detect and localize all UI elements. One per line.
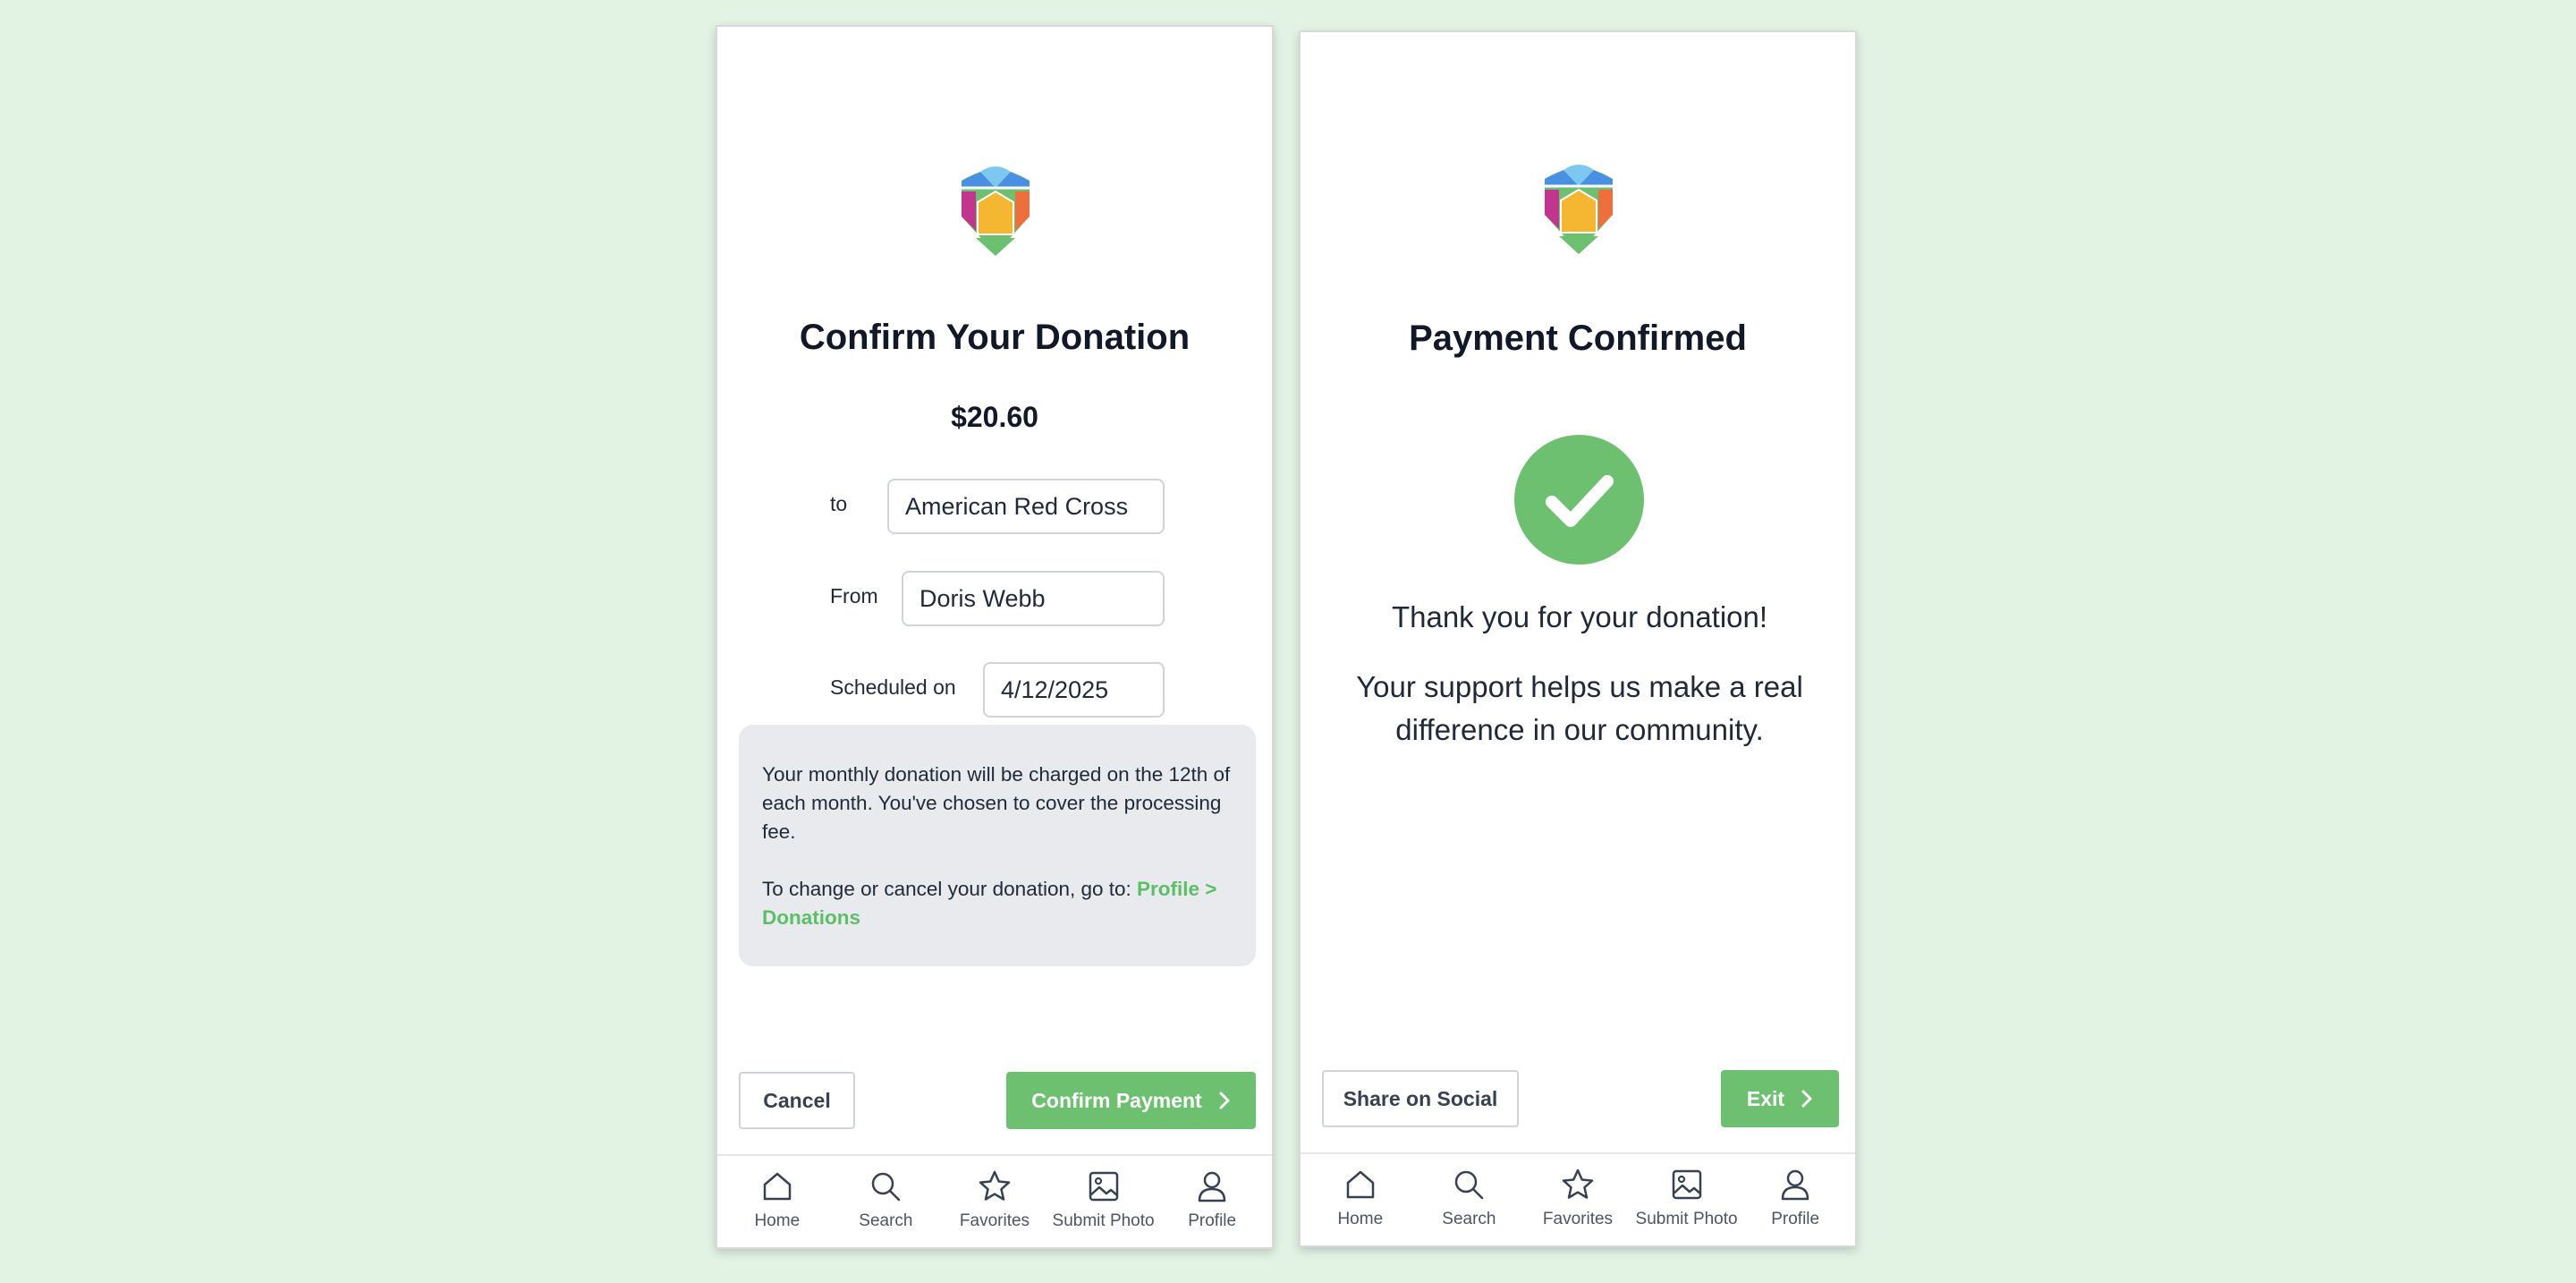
- exit-button-label: Exit: [1746, 1086, 1785, 1110]
- change-info-text: To change or cancel your donation, go to…: [762, 875, 1233, 932]
- page-title: Confirm Your Donation: [799, 318, 1191, 357]
- chevron-right-icon: [1801, 1090, 1812, 1108]
- cancel-button-label: Cancel: [763, 1088, 831, 1112]
- home-icon: [1346, 1170, 1375, 1199]
- donor-name-field[interactable]: Doris Webb: [902, 571, 1165, 626]
- nav-submit-photo[interactable]: Submit Photo: [1633, 1154, 1741, 1245]
- scheduled-label: Scheduled on: [830, 675, 956, 699]
- confirm-donation-screen: Confirm Your Donation $20.60 to American…: [716, 25, 1274, 1249]
- scheduled-date-field[interactable]: 4/12/2025: [983, 662, 1165, 718]
- home-icon: [763, 1172, 792, 1201]
- user-icon: [1781, 1169, 1809, 1201]
- search-icon: [1455, 1170, 1484, 1200]
- share-button-label: Share on Social: [1343, 1086, 1498, 1110]
- nav-profile-label: Profile: [1188, 1211, 1237, 1230]
- search-icon: [872, 1172, 901, 1202]
- page-title: Payment Confirmed: [1409, 319, 1747, 358]
- nav-submit-photo-label: Submit Photo: [1052, 1211, 1155, 1230]
- app-logo-icon: [960, 165, 1031, 258]
- confirm-payment-label: Confirm Payment: [1031, 1088, 1202, 1112]
- exit-button[interactable]: Exit: [1721, 1070, 1839, 1127]
- nav-profile-label: Profile: [1771, 1210, 1820, 1228]
- image-icon: [1672, 1169, 1701, 1200]
- cancel-button[interactable]: Cancel: [739, 1072, 855, 1129]
- donation-info-box: Your monthly donation will be charged on…: [739, 725, 1256, 966]
- nav-search[interactable]: Search: [1415, 1154, 1522, 1245]
- nav-favorites-label: Favorites: [1542, 1210, 1614, 1228]
- nav-search[interactable]: Search: [832, 1156, 939, 1247]
- success-check-icon: [1514, 435, 1644, 565]
- change-instructions: To change or cancel your donation, go to…: [762, 878, 1138, 900]
- to-label: to: [830, 492, 848, 515]
- from-label: From: [830, 584, 878, 608]
- nav-profile[interactable]: Profile: [1158, 1156, 1266, 1247]
- nav-favorites[interactable]: Favorites: [941, 1156, 1048, 1247]
- star-icon: [979, 1170, 1011, 1201]
- nav-favorites-label: Favorites: [959, 1211, 1030, 1230]
- thank-you-message: Thank you for your donation!: [1391, 600, 1768, 633]
- support-message: Your support helps us make a real differ…: [1356, 670, 1803, 746]
- nav-home[interactable]: Home: [1307, 1154, 1414, 1245]
- donation-amount: $20.60: [951, 401, 1038, 433]
- nav-submit-photo-label: Submit Photo: [1635, 1210, 1738, 1228]
- nav-home-label: Home: [754, 1211, 801, 1230]
- image-icon: [1089, 1171, 1118, 1202]
- payment-confirmed-screen: Payment Confirmed Thank you for your don…: [1299, 30, 1857, 1247]
- charge-info-text: Your monthly donation will be charged on…: [762, 763, 1231, 843]
- nav-favorites[interactable]: Favorites: [1524, 1154, 1631, 1245]
- nav-search-label: Search: [859, 1211, 913, 1230]
- nav-search-label: Search: [1442, 1210, 1496, 1228]
- bottom-nav: Home Search Favorites Submit Photo Profi…: [717, 1154, 1272, 1247]
- nav-profile[interactable]: Profile: [1741, 1154, 1849, 1245]
- user-icon: [1198, 1171, 1226, 1202]
- nav-home-label: Home: [1337, 1210, 1384, 1228]
- nav-submit-photo[interactable]: Submit Photo: [1050, 1156, 1157, 1247]
- nav-home[interactable]: Home: [724, 1156, 831, 1247]
- bottom-nav: Home Search Favorites Submit Photo Profi…: [1301, 1152, 1855, 1245]
- star-icon: [1562, 1168, 1594, 1199]
- confirm-payment-button[interactable]: Confirm Payment: [1006, 1072, 1256, 1129]
- chevron-right-icon: [1219, 1092, 1230, 1109]
- recipient-field[interactable]: American Red Cross: [887, 479, 1165, 534]
- app-logo-icon: [1543, 163, 1614, 256]
- share-on-social-button[interactable]: Share on Social: [1322, 1070, 1519, 1127]
